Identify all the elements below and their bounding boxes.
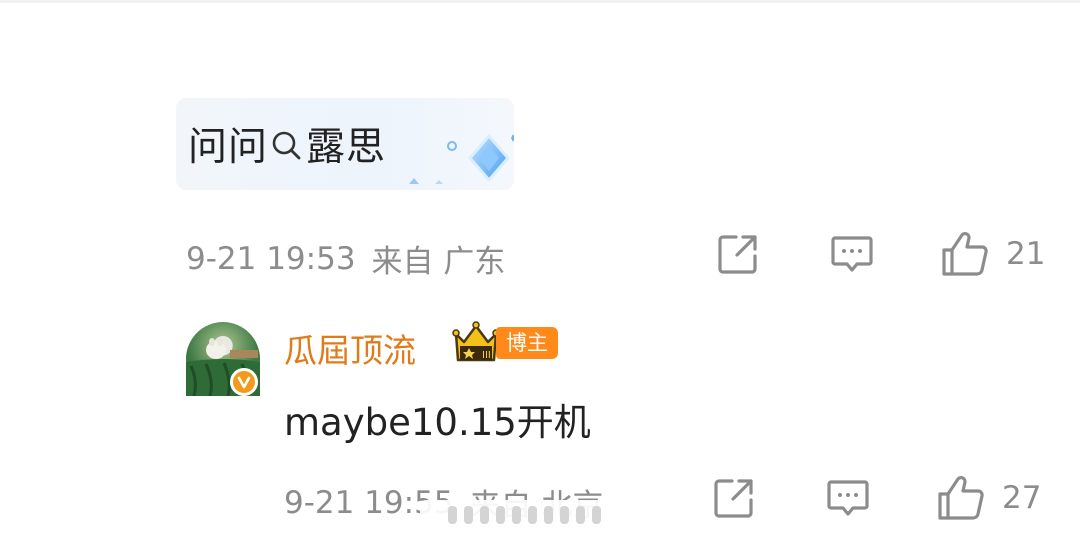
- ask-ai-bubble[interactable]: 问问 露思: [176, 98, 514, 190]
- comment-location: 来自 广东: [371, 244, 506, 280]
- svg-text:III: III: [482, 350, 491, 361]
- reply-text: maybe10.15开机: [284, 401, 591, 444]
- host-badge: 博主: [496, 327, 558, 359]
- ask-ai-text: 问问 露思: [188, 116, 386, 172]
- comment-share-button[interactable]: [716, 232, 760, 276]
- crown-rank-icon: III: [452, 321, 500, 362]
- comment-reply-button[interactable]: [830, 234, 874, 276]
- diamond-sparkle-icon: [409, 133, 514, 184]
- share-icon: [718, 235, 757, 274]
- thumbs-up-icon: [942, 232, 988, 276]
- thumbs-up-icon: [938, 476, 984, 520]
- reply-reply-button[interactable]: [826, 478, 870, 520]
- comment-icon: [827, 480, 869, 516]
- top-divider: [0, 0, 1080, 3]
- search-icon: [270, 127, 304, 161]
- reply-like-count: 27: [1002, 480, 1042, 516]
- comment-meta: 9-21 19:53 来自 广东: [186, 236, 505, 281]
- watermark-overlay: [420, 500, 638, 530]
- comment-time: 9-21 19:53: [186, 240, 356, 277]
- comment-like-button[interactable]: 21: [940, 230, 1045, 278]
- comment-like-count: 21: [1006, 236, 1046, 272]
- share-icon: [714, 479, 753, 518]
- reply-like-button[interactable]: 27: [936, 474, 1041, 522]
- reply-username[interactable]: 瓜屆顶流: [284, 324, 416, 372]
- comment-icon: [831, 236, 873, 272]
- ask-prefix: 问问: [188, 125, 269, 170]
- ask-keyword: 露思: [306, 125, 387, 170]
- verified-badge-icon: [230, 368, 258, 396]
- reply-share-button[interactable]: [712, 476, 756, 520]
